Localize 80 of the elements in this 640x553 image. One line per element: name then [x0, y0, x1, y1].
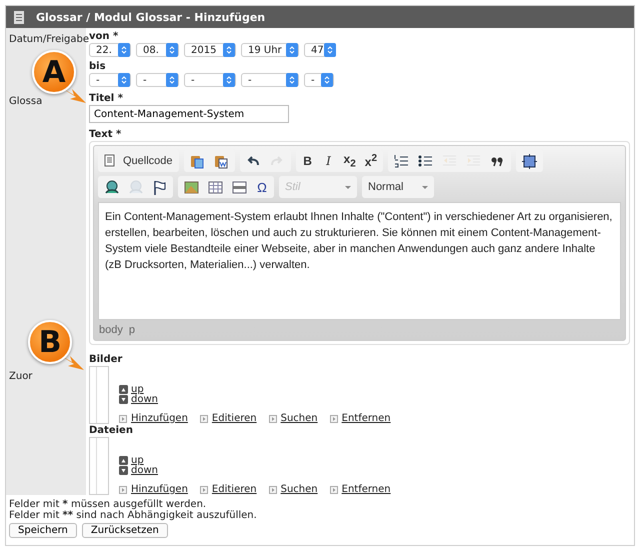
spinner-icon	[286, 73, 298, 87]
bullet-icon	[200, 486, 208, 494]
bullet-icon	[268, 486, 277, 494]
action-link[interactable]: Hinzufügen	[131, 413, 188, 424]
required-note: Felder mit ** sind nach Abhängigkeit auszufüllen.	[9, 510, 258, 521]
move-link[interactable]: up	[131, 454, 144, 466]
outdent-icon	[442, 154, 458, 168]
dropdown[interactable]: 47	[304, 43, 334, 57]
field-label: Datum/Freigabe	[9, 34, 90, 45]
dropdown[interactable]: -	[89, 73, 131, 87]
action-link[interactable]: Editieren	[212, 413, 257, 424]
save-button[interactable]: Speichern	[9, 523, 77, 538]
action-link[interactable]: Editieren	[212, 484, 257, 495]
numbered-list-icon	[394, 154, 410, 168]
dropdown[interactable]: 2015	[184, 43, 236, 57]
editor-text: Ein Content-Management-System erlaubt Ihnen Inhalte ("Content") in verschiedener Art zu organisieren, erstellen, bearbeiten, löschen und auch zu strukturieren. Sie können mit einem Content-Management-System viele Bestandteile einer Webseite, aber in manchen Anwendungen auch ganz andere Inhalte (zB Drucksorten, Materialien...) verwalten.	[98, 202, 621, 320]
move-link[interactable]: up	[131, 384, 144, 394]
bullet-icon	[330, 486, 338, 494]
table-icon	[208, 180, 223, 194]
bullet-list-icon	[418, 154, 434, 168]
field-label: Glossa	[9, 96, 42, 107]
required-note: Felder mit * müssen ausgefüllt werden.	[9, 499, 206, 510]
spinner-icon	[223, 73, 235, 87]
clipboard-icon	[214, 154, 229, 168]
action-link[interactable]: Hinzufügen	[131, 484, 188, 495]
dropdown[interactable]: -	[304, 73, 334, 87]
field-label: bis	[89, 61, 106, 72]
dropdown[interactable]: 08.	[136, 43, 179, 57]
document-icon	[14, 10, 24, 24]
spinner-icon	[118, 43, 130, 57]
clipboard-icon	[190, 154, 205, 168]
italic-button[interactable]: I	[318, 151, 339, 171]
image-icon	[184, 180, 199, 194]
down-arrow-icon[interactable]	[119, 394, 128, 404]
action-link[interactable]: Suchen	[280, 413, 318, 424]
script-button[interactable]: x$_{2}$	[340, 151, 360, 171]
up-arrow-icon[interactable]	[119, 384, 128, 394]
field-label: Titel *	[89, 93, 123, 104]
spinner-icon	[286, 43, 298, 57]
element-path-link[interactable]: p	[128, 324, 135, 336]
spinner-icon	[324, 43, 336, 57]
move-link[interactable]: down	[131, 464, 158, 476]
bullet-icon	[119, 414, 127, 422]
spinner-icon	[166, 43, 178, 57]
bullet-icon	[119, 486, 127, 494]
bullet-icon	[268, 414, 277, 422]
window-title: Glossar / Modul Glossar - Hinzufügen	[36, 10, 266, 24]
field-label: von *	[89, 31, 118, 42]
maximize-icon	[522, 154, 538, 168]
down-arrow-icon[interactable]	[119, 466, 128, 474]
format-dropdown[interactable]: Normal	[362, 176, 434, 198]
title-field[interactable]: Content-Management-System	[89, 105, 289, 123]
action-link[interactable]: Suchen	[280, 484, 318, 495]
spinner-icon	[223, 43, 235, 57]
action-link[interactable]: Entfernen	[342, 413, 391, 424]
up-arrow-icon[interactable]	[119, 456, 128, 464]
bullet-icon	[200, 414, 208, 422]
source-button[interactable]: Quellcode	[100, 151, 177, 171]
spinner-icon	[166, 73, 178, 87]
dropdown[interactable]: 19 Uhr	[241, 43, 299, 57]
script-button[interactable]: x$^{2}$	[360, 151, 382, 171]
bold-button[interactable]: B	[298, 151, 318, 171]
dropdown[interactable]: -	[184, 73, 236, 87]
dropdown[interactable]: -	[241, 73, 299, 87]
reset-button[interactable]: Zurücksetzen	[82, 523, 168, 538]
spinner-icon	[321, 73, 333, 87]
field-label: Zuor	[9, 371, 32, 382]
spinner-icon	[118, 73, 130, 87]
dropdown[interactable]: -	[136, 73, 179, 87]
move-link[interactable]: down	[131, 394, 158, 404]
action-link[interactable]: Entfernen	[342, 484, 391, 495]
dropdown[interactable]: 22.	[89, 43, 131, 57]
special-character-button[interactable]: Ω	[252, 177, 272, 197]
field-label: Text *	[89, 129, 122, 140]
element-path-link[interactable]: body	[99, 324, 123, 336]
field-label: Bilder	[89, 354, 122, 365]
bullet-icon	[330, 414, 338, 422]
flag-icon	[152, 180, 167, 194]
field-label: Dateien	[89, 425, 133, 436]
indent-icon	[466, 154, 482, 168]
